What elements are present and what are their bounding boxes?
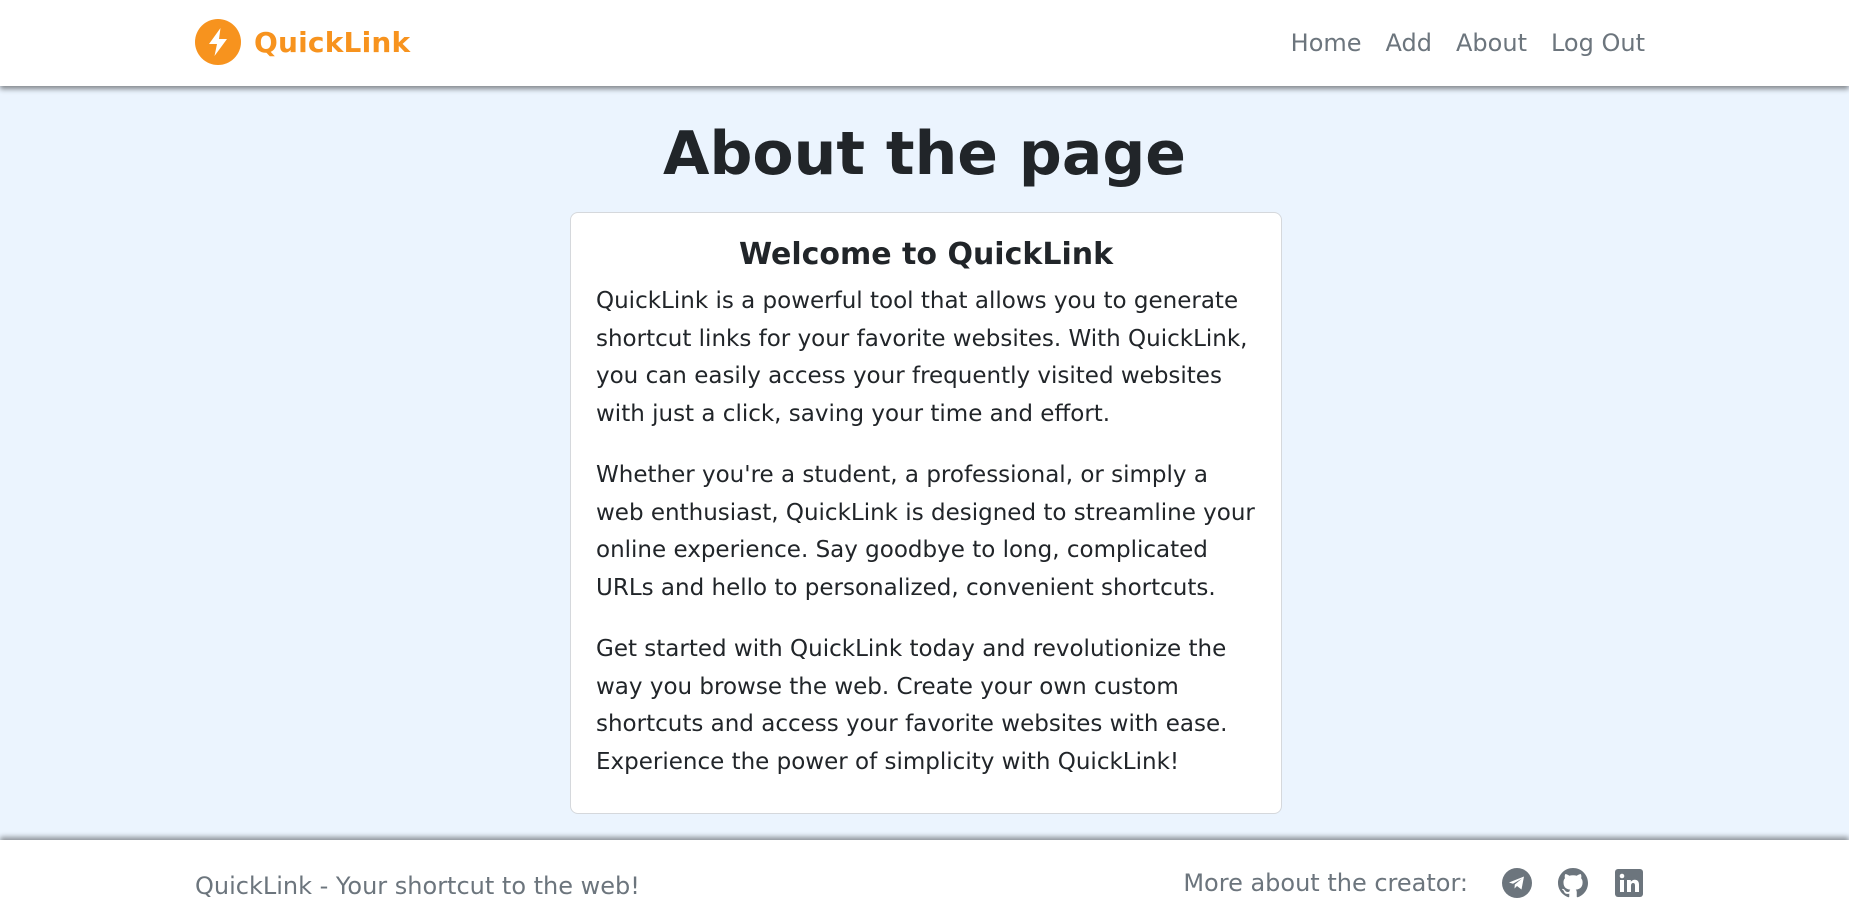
footer-creator-label: More about the creator: — [1183, 869, 1468, 897]
nav-link-logout[interactable]: Log Out — [1539, 26, 1645, 60]
brand-name: QuickLink — [254, 25, 411, 59]
linkedin-icon[interactable] — [1614, 868, 1644, 898]
page-title: About the page — [663, 119, 1186, 189]
nav-link-add[interactable]: Add — [1374, 26, 1444, 60]
card-paragraph: Get started with QuickLink today and rev… — [596, 636, 1228, 775]
navbar: QuickLink Home Add About Log Out — [0, 0, 1849, 86]
nav-link-about[interactable]: About — [1444, 26, 1539, 60]
footer-social: More about the creator: — [1183, 868, 1644, 898]
github-icon[interactable] — [1558, 868, 1588, 898]
nav-link-home[interactable]: Home — [1279, 26, 1374, 60]
card-paragraph: Whether you're a student, a professional… — [596, 462, 1255, 601]
telegram-icon[interactable] — [1502, 868, 1532, 898]
about-card: Welcome to QuickLink QuickLink is a powe… — [570, 212, 1282, 814]
card-title: Welcome to QuickLink — [738, 237, 1114, 272]
card-paragraph: QuickLink is a powerful tool that allows… — [596, 288, 1248, 427]
footer: QuickLink - Your shortcut to the web! Mo… — [0, 840, 1849, 922]
brand-link[interactable]: QuickLink — [195, 19, 410, 65]
nav-links: Home Add About Log Out — [1279, 26, 1645, 60]
lightning-bolt-icon — [195, 19, 241, 65]
footer-tagline: QuickLink - Your shortcut to the web! — [195, 872, 640, 900]
